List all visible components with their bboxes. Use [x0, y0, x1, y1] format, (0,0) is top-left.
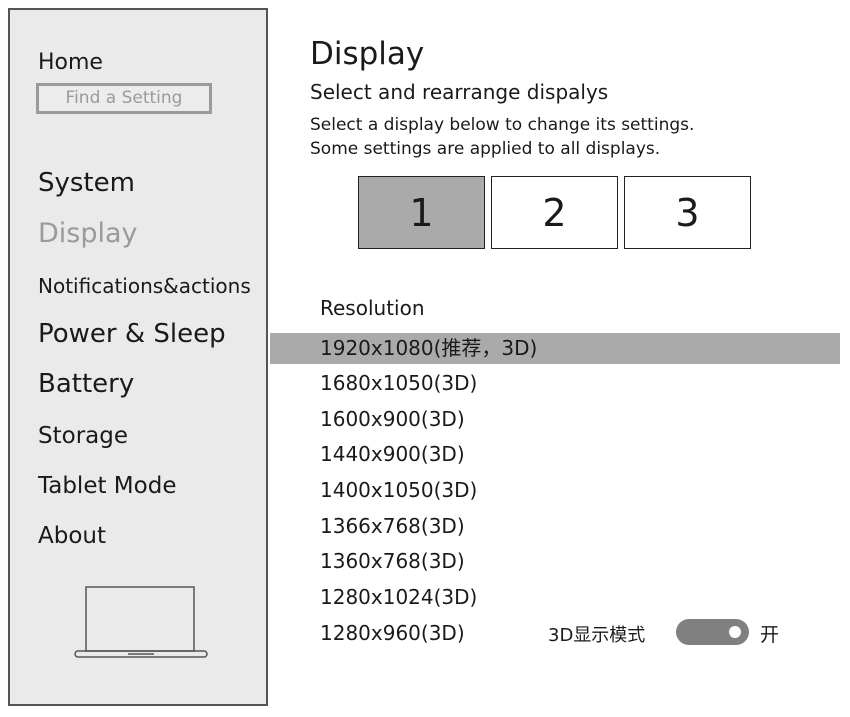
laptop-icon — [74, 586, 210, 662]
sidebar-item-notifications[interactable]: Notifications&actions — [38, 274, 251, 298]
sidebar: Home Find a Setting System Display Notif… — [8, 8, 268, 706]
sidebar-item-power-sleep[interactable]: Power & Sleep — [38, 319, 226, 349]
toggle-knob — [729, 626, 741, 638]
resolution-option[interactable]: 1440x900(3D) — [270, 439, 840, 470]
resolution-option[interactable]: 1280x1024(3D) — [270, 582, 840, 613]
page-title: Display — [310, 36, 424, 72]
sidebar-item-battery[interactable]: Battery — [38, 369, 134, 399]
monitor-2[interactable]: 2 — [491, 176, 618, 249]
monitor-1[interactable]: 1 — [358, 176, 485, 249]
resolution-option[interactable]: 1920x1080(推荐，3D) — [270, 333, 840, 364]
resolution-option[interactable]: 1600x900(3D) — [270, 404, 840, 435]
section-subtitle: Select and rearrange dispalys — [310, 80, 608, 104]
monitor-3[interactable]: 3 — [624, 176, 751, 249]
3d-mode-state: 开 — [760, 620, 779, 647]
resolution-label: Resolution — [320, 296, 425, 320]
3d-mode-label: 3D显示模式 — [548, 621, 645, 647]
resolution-option[interactable]: 1360x768(3D) — [270, 546, 840, 577]
search-input[interactable]: Find a Setting — [36, 83, 212, 114]
sidebar-item-about[interactable]: About — [38, 523, 106, 549]
sidebar-item-tablet-mode[interactable]: Tablet Mode — [38, 473, 176, 499]
sidebar-item-display[interactable]: Display — [38, 218, 138, 249]
resolution-option[interactable]: 1280x960(3D) — [270, 618, 490, 649]
description-line-2: Some settings are applied to all display… — [310, 139, 660, 159]
resolution-option[interactable]: 1400x1050(3D) — [270, 475, 840, 506]
description-line-1: Select a display below to change its set… — [310, 115, 694, 135]
3d-mode-toggle[interactable] — [676, 619, 749, 645]
resolution-option[interactable]: 1366x768(3D) — [270, 511, 840, 542]
home-link[interactable]: Home — [38, 50, 103, 75]
resolution-option[interactable]: 1680x1050(3D) — [270, 368, 840, 399]
sidebar-item-system[interactable]: System — [38, 168, 135, 198]
sidebar-item-storage[interactable]: Storage — [38, 423, 128, 449]
